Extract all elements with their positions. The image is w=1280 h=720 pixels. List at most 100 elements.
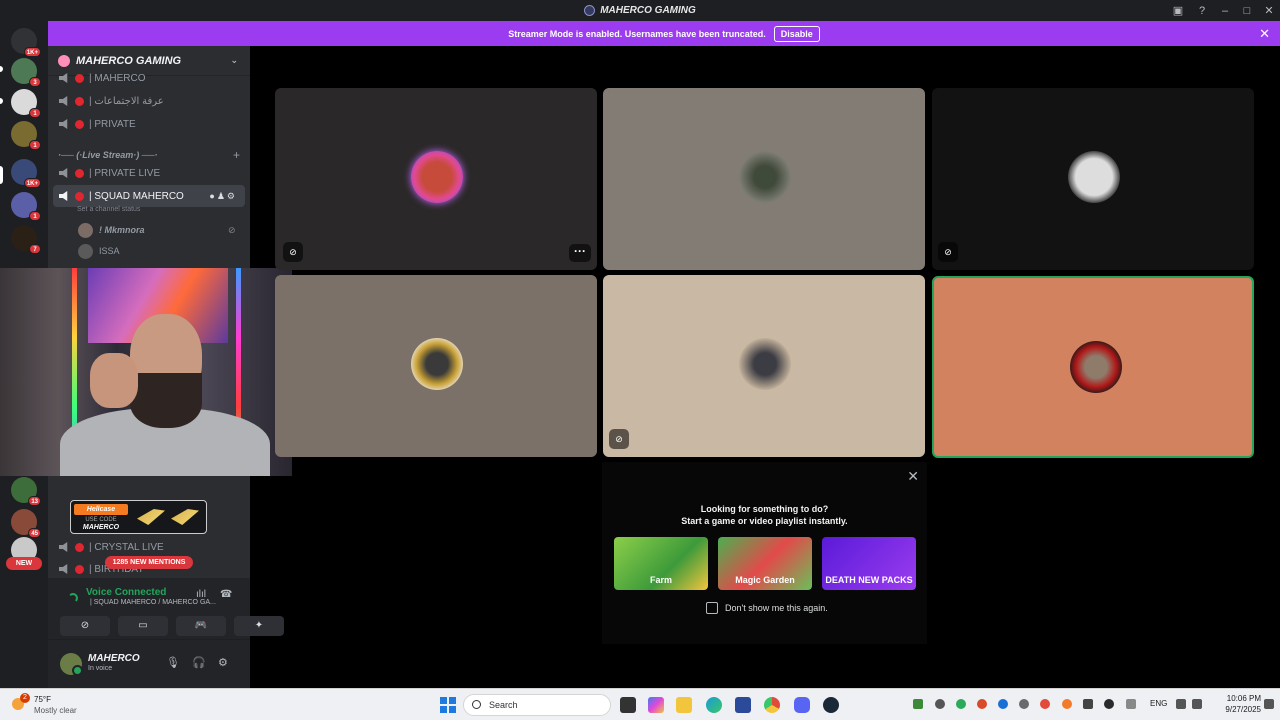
tray-icon[interactable]	[935, 699, 945, 709]
video-tile[interactable]: ⊘ ···	[275, 88, 597, 270]
channel-name: | PRIVATE LIVE	[89, 167, 161, 179]
input-language[interactable]: ENG	[1150, 699, 1167, 708]
channel-name: | MAHERCO	[89, 72, 146, 84]
steam-icon[interactable]	[823, 697, 839, 713]
more-options-icon[interactable]: ···	[569, 244, 591, 262]
create-channel-icon[interactable]: +	[233, 148, 240, 162]
close-window-button[interactable]: ✕	[1258, 4, 1280, 17]
voice-channel[interactable]: | عرفة الاجتماعات	[53, 90, 245, 112]
clock-time: 10:06 PM	[1226, 694, 1261, 703]
tray-icon[interactable]	[1040, 699, 1050, 709]
voice-channel[interactable]: | MAHERCO	[53, 69, 245, 87]
file-explorer-icon[interactable]	[676, 697, 692, 713]
clock[interactable]: 10:06 PM 9/27/2025	[1206, 693, 1261, 715]
camera-off-button[interactable]: ⊘	[60, 616, 110, 636]
video-tile[interactable]: ⊘	[932, 88, 1254, 270]
activity-card[interactable]: DEATH NEW PACKS	[822, 537, 916, 590]
participant-avatar	[411, 151, 463, 203]
start-button[interactable]	[440, 697, 456, 713]
category-live-stream[interactable]: ·── (·Live Stream·) ──· +	[58, 148, 244, 162]
maximize-button[interactable]: □	[1236, 5, 1258, 17]
server-icon[interactable]: 1	[11, 121, 41, 150]
obs-icon[interactable]	[977, 699, 987, 709]
dont-show-label[interactable]: Don't show me this again.	[725, 603, 828, 613]
connection-signal-icon[interactable]	[68, 593, 78, 603]
channel-tools[interactable]: ●♟⚙	[209, 191, 237, 202]
dont-show-checkbox[interactable]	[706, 602, 718, 614]
user-avatar[interactable]	[60, 653, 83, 676]
nvidia-icon[interactable]	[913, 699, 923, 709]
volume-icon[interactable]	[1192, 699, 1202, 709]
video-tile[interactable]	[603, 88, 925, 270]
red-circle-icon	[75, 119, 84, 129]
tray-icon[interactable]	[1019, 699, 1029, 709]
video-tile-speaking[interactable]	[932, 276, 1254, 458]
server-icon[interactable]: 1	[11, 192, 41, 221]
disable-streamer-mode-button[interactable]: Disable	[773, 25, 820, 42]
channel-name: | CRYSTAL LIVE	[89, 541, 164, 553]
tray-icon[interactable]	[1104, 699, 1114, 709]
minimize-button[interactable]: –	[1214, 5, 1236, 17]
voice-channel-active[interactable]: | SQUAD MAHERCO ●♟⚙	[53, 185, 245, 207]
microphone-icon[interactable]: 🎙	[166, 656, 180, 669]
weather-temp[interactable]: 75°F	[34, 695, 51, 704]
settings-gear-icon[interactable]: ⚙	[218, 656, 228, 669]
server-logo-icon	[584, 5, 596, 16]
server-icon[interactable]: 7	[11, 225, 41, 254]
soundboard-button[interactable]: ✦	[234, 616, 284, 636]
voice-channel[interactable]: | CRYSTAL LIVE	[53, 536, 245, 558]
screen-share-button[interactable]: ▭	[118, 616, 168, 636]
knife-icon	[137, 509, 165, 525]
new-unreads-pill[interactable]: NEW	[6, 557, 42, 570]
edge-icon[interactable]	[706, 697, 722, 713]
copilot-icon[interactable]	[648, 697, 664, 713]
guild-badge: 1	[29, 140, 41, 150]
weather-condition[interactable]: Mostly clear	[34, 706, 77, 715]
username[interactable]: MAHERCO	[88, 653, 140, 664]
tray-icon[interactable]	[1062, 699, 1072, 709]
tray-icon[interactable]	[956, 699, 966, 709]
wifi-icon[interactable]	[1176, 699, 1186, 709]
store-icon[interactable]	[735, 697, 751, 713]
tray-icon[interactable]	[1126, 699, 1136, 709]
chrome-icon[interactable]	[764, 697, 780, 713]
speaker-icon	[59, 542, 68, 552]
voice-channel[interactable]: | PRIVATE	[53, 113, 245, 135]
server-icon[interactable]: 13	[11, 477, 41, 506]
voice-channel-path[interactable]: | SQUAD MAHERCO / MAHERCO GA...	[90, 599, 216, 606]
disconnect-icon[interactable]: ☎	[220, 589, 232, 600]
new-mentions-pill[interactable]: 1285 NEW MENTIONS	[105, 556, 193, 569]
discord-icon[interactable]	[794, 697, 810, 713]
headphones-icon[interactable]: 🎧	[192, 656, 206, 669]
taskbar-search[interactable]: Search	[463, 694, 611, 716]
voice-user[interactable]: ISSA	[78, 241, 120, 261]
activity-card[interactable]: Farm	[614, 537, 708, 590]
guild-badge: 1	[29, 108, 41, 118]
close-icon[interactable]: ✕	[907, 468, 919, 485]
inbox-icon[interactable]: ▣	[1166, 4, 1190, 17]
tray-icon[interactable]	[1083, 699, 1093, 709]
weather-widget[interactable]: 2	[10, 693, 32, 714]
server-icon[interactable]: 45	[11, 509, 41, 538]
bluetooth-icon[interactable]	[998, 699, 1008, 709]
hellcase-logo: Hellcase	[74, 504, 128, 515]
video-tile[interactable]	[275, 275, 597, 457]
notifications-icon[interactable]	[1264, 699, 1274, 709]
activities-button[interactable]: 🎮	[176, 616, 226, 636]
channel-status[interactable]: Set a channel status	[77, 206, 140, 213]
voice-user[interactable]: ! Mkmnora ⊘	[78, 220, 236, 240]
activity-card[interactable]: Magic Garden	[718, 537, 812, 590]
help-icon[interactable]: ?	[1190, 5, 1214, 17]
noise-suppression-icon[interactable]: ılıl	[196, 589, 206, 600]
close-banner-icon[interactable]: ✕	[1259, 26, 1270, 42]
server-icon-maherco[interactable]: 1K+	[11, 159, 41, 188]
channel-name: | عرفة الاجتماعات	[89, 95, 164, 107]
task-view-icon[interactable]	[620, 697, 636, 713]
code-label: USE CODE	[85, 517, 117, 523]
voice-channel[interactable]: | PRIVATE LIVE	[53, 162, 245, 184]
direct-messages-icon[interactable]: 1K+	[11, 28, 41, 57]
server-icon[interactable]: 3	[11, 58, 41, 87]
video-tile[interactable]: ⊘	[603, 275, 925, 457]
server-icon[interactable]: 1	[11, 89, 41, 118]
voice-connected-label[interactable]: Voice Connected	[86, 587, 166, 598]
